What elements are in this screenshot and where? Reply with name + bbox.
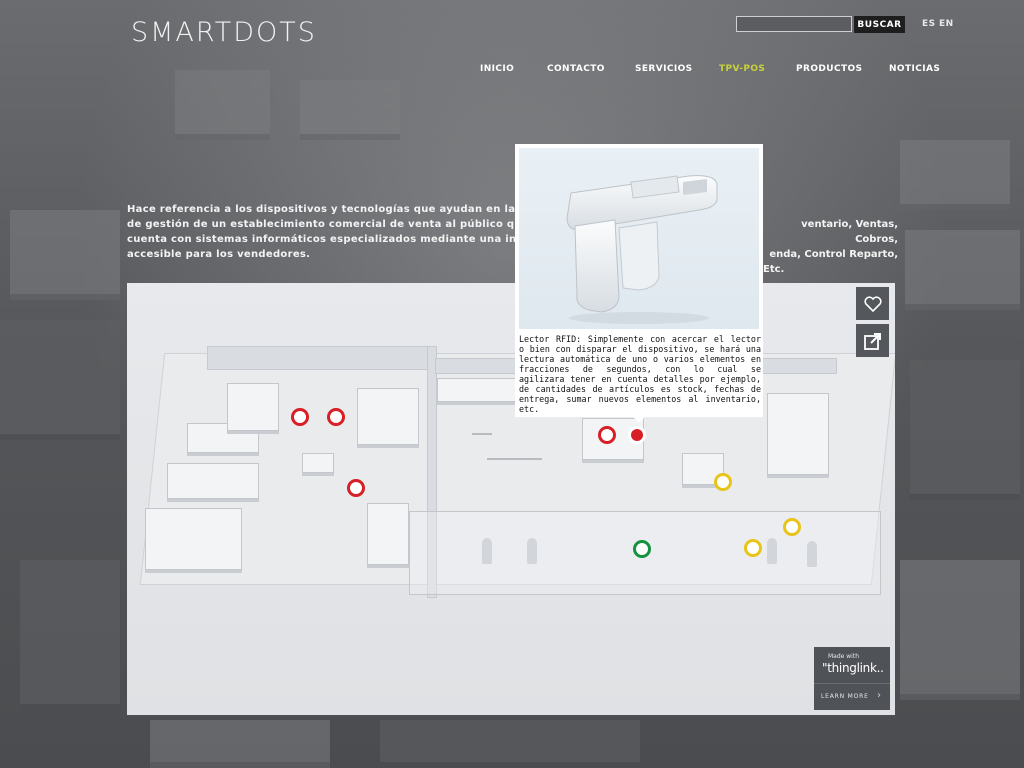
nav-noticias[interactable]: NOTICIAS	[889, 64, 940, 74]
hotspot-red[interactable]	[598, 426, 616, 444]
nav-servicios[interactable]: SERVICIOS	[635, 64, 693, 74]
lang-es[interactable]: ES	[922, 19, 936, 29]
heart-icon	[863, 295, 882, 312]
clothes-rack	[487, 458, 542, 460]
boxes	[367, 503, 409, 565]
tooltip-text: Lector RFID: Simplemente con acercar el …	[519, 334, 761, 414]
hotspot-tooltip: Lector RFID: Simplemente con acercar el …	[515, 144, 763, 423]
search-button[interactable]: BUSCAR	[854, 16, 905, 33]
learn-more-link[interactable]: LEARN MORE	[821, 693, 869, 700]
like-button[interactable]	[856, 287, 889, 320]
rfid-reader-illustration	[566, 175, 718, 324]
search-input[interactable]	[736, 16, 852, 32]
share-icon	[863, 332, 881, 350]
rfid-reader-image	[519, 148, 759, 329]
mannequin	[807, 541, 817, 567]
intro-text-right: ventario, Ventas, Cobros, enda, Control …	[763, 217, 898, 277]
tooltip-pointer	[633, 417, 645, 423]
intro-line: ventario, Ventas, Cobros,	[801, 219, 898, 245]
hotspot-red[interactable]	[291, 408, 309, 426]
thinglink-badge[interactable]: Made with "thinglink.. LEARN MORE ›	[814, 647, 890, 710]
store-plan-image[interactable]	[127, 283, 895, 715]
thinglink-logo: "thinglink..	[822, 661, 884, 675]
chevron-right-icon: ›	[877, 690, 881, 701]
nav-contacto[interactable]: CONTACTO	[547, 64, 605, 74]
mannequin	[482, 538, 492, 564]
made-with-label: Made with	[828, 653, 859, 660]
hotspot-active[interactable]	[628, 426, 646, 444]
hotspot-green[interactable]	[633, 540, 651, 558]
divider	[814, 683, 890, 684]
clothes-rack	[472, 433, 492, 435]
shelf	[227, 383, 279, 431]
lang-en[interactable]: EN	[939, 19, 954, 29]
hotspot-red[interactable]	[347, 479, 365, 497]
shelf	[357, 388, 419, 445]
hotspot-yellow[interactable]	[783, 518, 801, 536]
hotspot-yellow[interactable]	[714, 473, 732, 491]
hotspot-yellow[interactable]	[744, 539, 762, 557]
wall-shelf-right	[767, 393, 829, 475]
mannequin	[527, 538, 537, 564]
intro-line: enda, Control Reparto,	[769, 249, 898, 260]
shelf	[167, 463, 259, 499]
nav-inicio[interactable]: INICIO	[480, 64, 514, 74]
share-button[interactable]	[856, 324, 889, 357]
shelf	[145, 508, 242, 570]
pallet	[302, 453, 334, 473]
nav-productos[interactable]: PRODUCTOS	[796, 64, 862, 74]
hotspot-red[interactable]	[327, 408, 345, 426]
intro-line: Hace referencia a los dispositivos y tec…	[127, 204, 537, 215]
nav-tpv-pos[interactable]: TPV-POS	[719, 64, 765, 74]
mannequin	[767, 538, 777, 564]
site-logo[interactable]: SMARTDOTS	[131, 17, 317, 48]
back-wall	[207, 346, 429, 370]
intro-line: Etc.	[763, 264, 785, 275]
